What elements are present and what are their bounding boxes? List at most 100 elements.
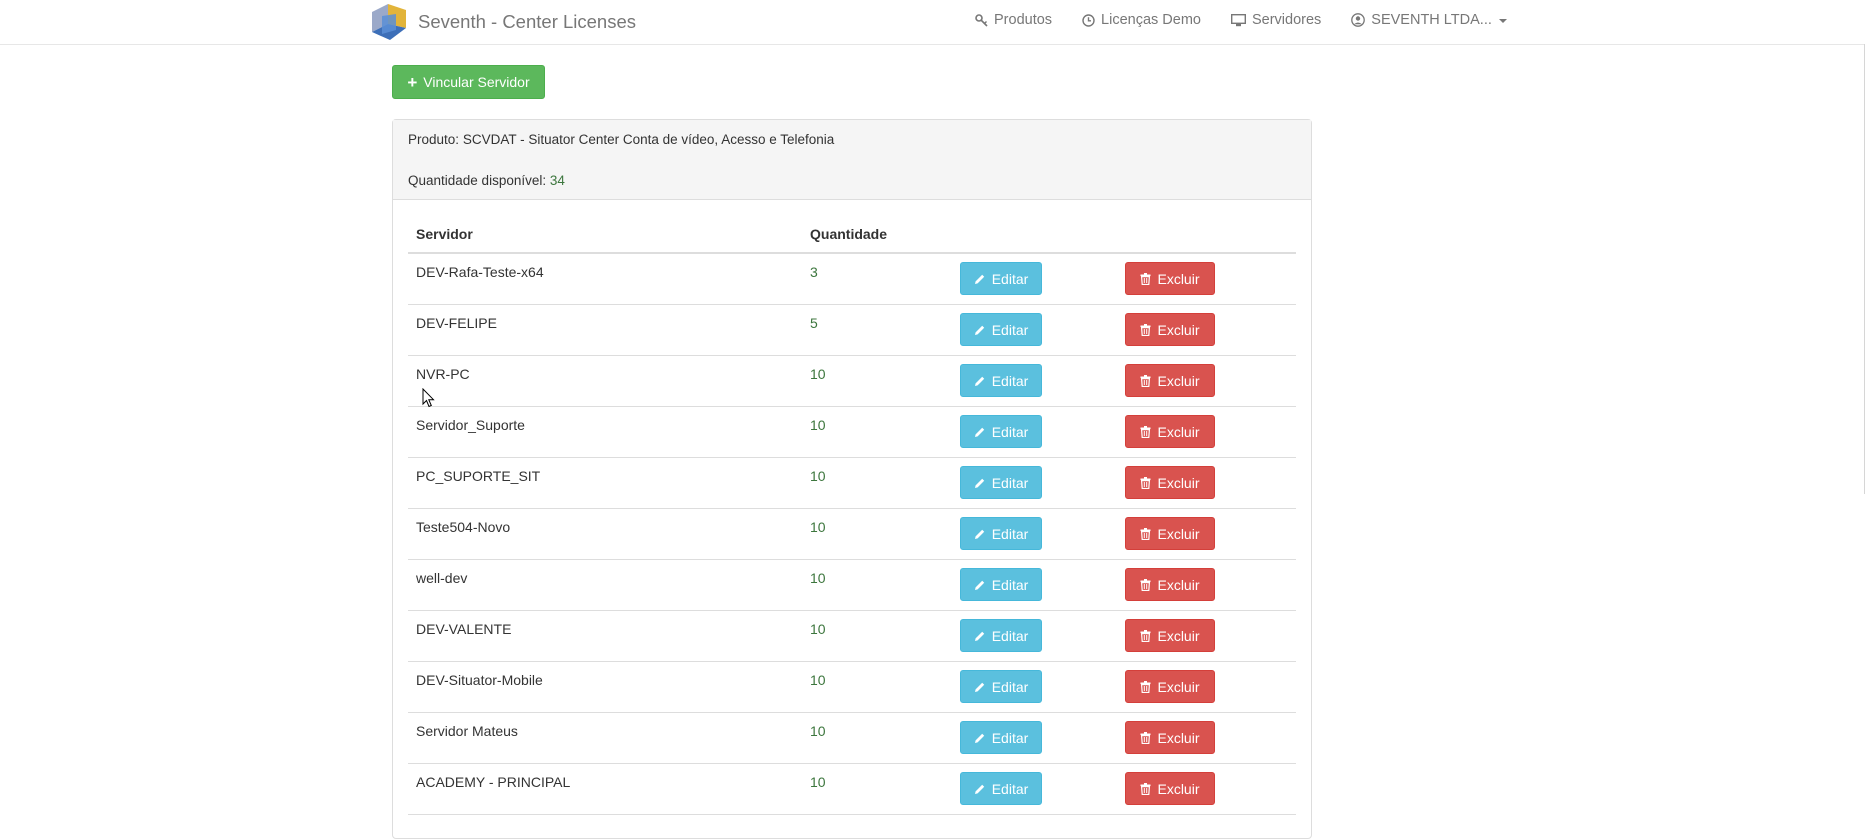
delete-button[interactable]: Excluir [1125, 619, 1215, 652]
edit-button[interactable]: Editar [960, 466, 1042, 499]
edit-button[interactable]: Editar [960, 262, 1042, 295]
available-label: Quantidade disponível: [408, 173, 547, 188]
delete-button[interactable]: Excluir [1125, 568, 1215, 601]
server-name: PC_SUPORTE_SIT [416, 468, 541, 484]
delete-label: Excluir [1157, 270, 1200, 287]
edit-label: Editar [991, 372, 1029, 389]
table-row: Teste504-Novo 10 Editar Excluir [408, 509, 1296, 560]
trash-icon [1140, 476, 1151, 489]
edit-button[interactable]: Editar [960, 415, 1042, 448]
table-row: Servidor Mateus 10 Editar Excluir [408, 713, 1296, 764]
delete-label: Excluir [1157, 780, 1200, 797]
trash-icon [1140, 680, 1151, 693]
add-server-label: Vincular Servidor [423, 74, 530, 90]
edit-button[interactable]: Editar [960, 568, 1042, 601]
edit-label: Editar [991, 729, 1029, 746]
edit-button[interactable]: Editar [960, 619, 1042, 652]
edit-label: Editar [991, 474, 1029, 491]
trash-icon [1140, 272, 1151, 285]
table-header: Servidor Quantidade [408, 202, 1296, 254]
pencil-icon [974, 325, 984, 335]
delete-button[interactable]: Excluir [1125, 466, 1215, 499]
nav-servidores-label: Servidores [1251, 12, 1322, 28]
server-name: NVR-PC [416, 366, 470, 382]
delete-button[interactable]: Excluir [1125, 262, 1215, 295]
delete-button[interactable]: Excluir [1125, 364, 1215, 397]
pencil-icon [974, 580, 984, 590]
top-navbar: Seventh - Center Licenses Produtos Licen… [0, 0, 1865, 45]
product-value: SCVDAT - Situator Center Conta de vídeo,… [462, 132, 835, 147]
table-row: DEV-Situator-Mobile 10 Editar Excluir [408, 662, 1296, 713]
edit-label: Editar [991, 780, 1029, 797]
server-name: Servidor_Suporte [416, 417, 525, 433]
table-row: PC_SUPORTE_SIT 10 Editar Excluir [408, 458, 1296, 509]
pencil-icon [974, 376, 984, 386]
pencil-icon [974, 682, 984, 692]
edit-button[interactable]: Editar [960, 772, 1042, 805]
server-name: DEV-Rafa-Teste-x64 [416, 264, 544, 280]
pencil-icon [974, 478, 984, 488]
add-server-button[interactable]: + Vincular Servidor [392, 65, 545, 99]
available-info: Quantidade disponível: 34 [408, 173, 565, 188]
server-quantity: 10 [810, 621, 826, 637]
server-name: well-dev [416, 570, 468, 586]
edit-button[interactable]: Editar [960, 721, 1042, 754]
edit-label: Editar [991, 525, 1029, 542]
table-row: DEV-Rafa-Teste-x64 3 Editar Excluir [408, 254, 1296, 305]
delete-button[interactable]: Excluir [1125, 313, 1215, 346]
delete-label: Excluir [1157, 576, 1200, 593]
edit-button[interactable]: Editar [960, 670, 1042, 703]
plus-icon: + [407, 72, 418, 92]
edit-label: Editar [991, 678, 1029, 695]
brand[interactable]: Seventh - Center Licenses [366, 0, 636, 44]
delete-button[interactable]: Excluir [1125, 670, 1215, 703]
logo-icon [372, 4, 406, 40]
pencil-icon [974, 733, 984, 743]
product-panel: Produto: SCVDAT - Situator Center Conta … [392, 119, 1312, 839]
server-quantity: 10 [810, 672, 826, 688]
trash-icon [1140, 782, 1151, 795]
trash-icon [1140, 578, 1151, 591]
delete-label: Excluir [1157, 525, 1200, 542]
server-name: Servidor Mateus [416, 723, 518, 739]
server-quantity: 10 [810, 417, 826, 433]
edit-button[interactable]: Editar [960, 364, 1042, 397]
header-quantity: Quantidade [810, 226, 888, 242]
delete-button[interactable]: Excluir [1125, 772, 1215, 805]
panel-heading: Produto: SCVDAT - Situator Center Conta … [393, 120, 1311, 200]
delete-label: Excluir [1157, 372, 1200, 389]
server-name: DEV-Situator-Mobile [416, 672, 543, 688]
delete-button[interactable]: Excluir [1125, 415, 1215, 448]
trash-icon [1140, 731, 1151, 744]
table-row: ACADEMY - PRINCIPAL 10 Editar Excluir [408, 764, 1296, 815]
delete-button[interactable]: Excluir [1125, 517, 1215, 550]
nav-servidores[interactable]: Servidores [1230, 12, 1322, 28]
server-quantity: 3 [810, 264, 818, 280]
trash-icon [1140, 323, 1151, 336]
server-name: Teste504-Novo [416, 519, 511, 535]
pencil-icon [974, 427, 984, 437]
available-value: 34 [549, 173, 565, 188]
servers-table: Servidor Quantidade DEV-Rafa-Teste-x64 3 E… [408, 202, 1296, 815]
delete-label: Excluir [1157, 627, 1200, 644]
delete-button[interactable]: Excluir [1125, 721, 1215, 754]
server-name: DEV-VALENTE [416, 621, 512, 637]
table-row: Servidor_Suporte 10 Editar Excluir [408, 407, 1296, 458]
nav-produtos[interactable]: Produtos [975, 12, 1052, 28]
brand-title: Seventh - Center Licenses [418, 11, 637, 32]
nav-user-menu[interactable]: SEVENTH LTDA... [1351, 12, 1507, 28]
table-row: DEV-VALENTE 10 Editar Excluir [408, 611, 1296, 662]
edit-button[interactable]: Editar [960, 517, 1042, 550]
product-info: Produto: SCVDAT - Situator Center Conta … [408, 132, 834, 147]
table-row: well-dev 10 Editar Excluir [408, 560, 1296, 611]
table-row: NVR-PC 10 Editar Excluir [408, 356, 1296, 407]
edit-button[interactable]: Editar [960, 313, 1042, 346]
nav-user-label: SEVENTH LTDA... [1371, 12, 1492, 28]
server-name: ACADEMY - PRINCIPAL [416, 774, 571, 790]
nav-licencas-demo[interactable]: Licenças Demo [1082, 12, 1201, 28]
server-quantity: 10 [810, 519, 826, 535]
clock-icon [1082, 13, 1095, 27]
trash-icon [1140, 629, 1151, 642]
server-quantity: 10 [810, 366, 826, 382]
monitor-icon [1230, 13, 1246, 26]
